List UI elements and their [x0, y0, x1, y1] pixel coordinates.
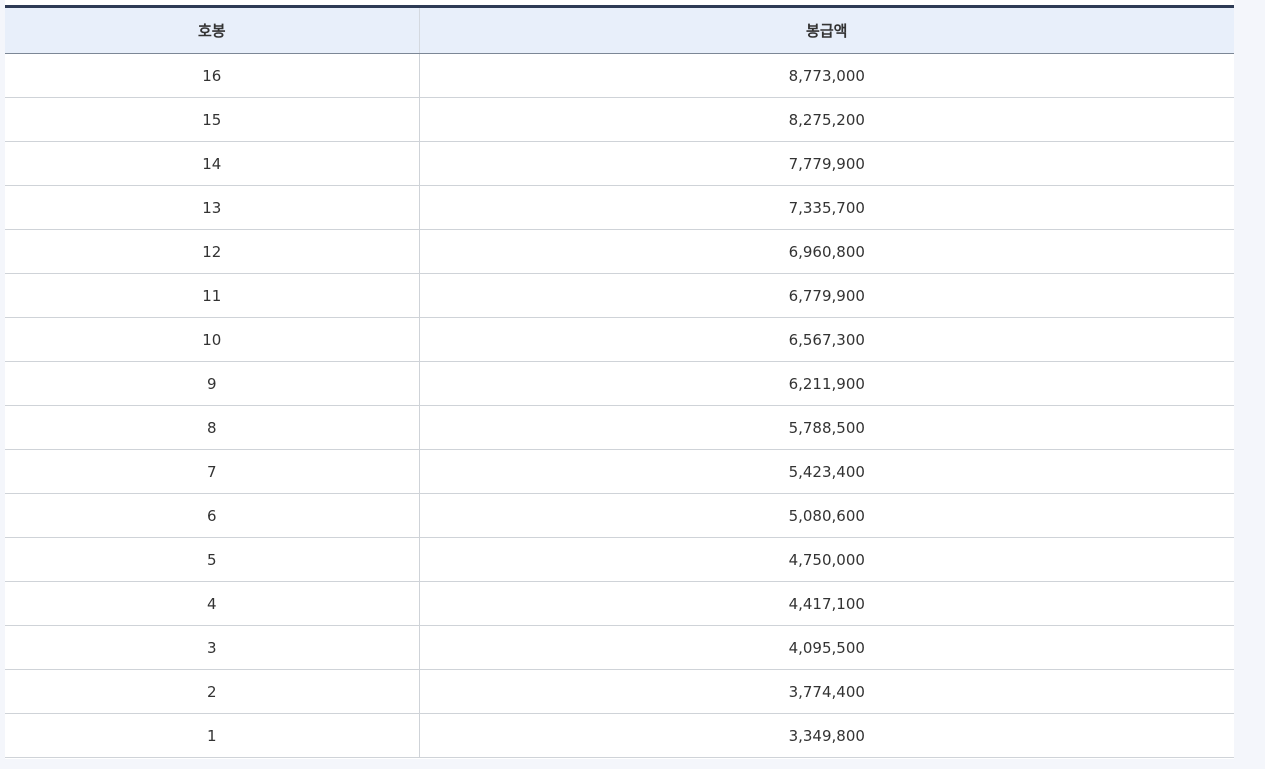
cell-amount: 4,417,100: [419, 581, 1234, 626]
table-row: 11 6,779,900: [5, 273, 1234, 318]
cell-amount: 6,211,900: [419, 361, 1234, 406]
cell-amount: 5,788,500: [419, 405, 1234, 450]
salary-table: 호봉 봉급액 16 8,773,000 15 8,275,200 14 7,779,900…: [5, 5, 1234, 758]
cell-step: 8: [5, 405, 420, 450]
table-row: 4 4,417,100: [5, 581, 1234, 626]
table-row: 6 5,080,600: [5, 493, 1234, 538]
column-header-step: 호봉: [5, 6, 420, 54]
table-row: 12 6,960,800: [5, 229, 1234, 274]
table-row: 7 5,423,400: [5, 449, 1234, 494]
table-body: 16 8,773,000 15 8,275,200 14 7,779,900 13 7,335…: [5, 53, 1234, 758]
table-row: 2 3,774,400: [5, 669, 1234, 714]
cell-step: 14: [5, 141, 420, 186]
cell-amount: 3,774,400: [419, 669, 1234, 714]
cell-step: 6: [5, 493, 420, 538]
cell-amount: 6,779,900: [419, 273, 1234, 318]
cell-step: 12: [5, 229, 420, 274]
cell-amount: 5,080,600: [419, 493, 1234, 538]
cell-step: 10: [5, 317, 420, 362]
cell-step: 15: [5, 97, 420, 142]
cell-amount: 8,275,200: [419, 97, 1234, 142]
cell-amount: 6,960,800: [419, 229, 1234, 274]
cell-amount: 3,349,800: [419, 713, 1234, 758]
table-row: 3 4,095,500: [5, 625, 1234, 670]
table-row: 13 7,335,700: [5, 185, 1234, 230]
cell-amount: 7,779,900: [419, 141, 1234, 186]
table-header: 호봉 봉급액: [5, 6, 1234, 54]
header-row: 호봉 봉급액: [5, 6, 1234, 54]
salary-table-container: 호봉 봉급액 16 8,773,000 15 8,275,200 14 7,779,900…: [5, 0, 1234, 759]
table-row: 16 8,773,000: [5, 53, 1234, 98]
cell-step: 5: [5, 537, 420, 582]
table-row: 10 6,567,300: [5, 317, 1234, 362]
table-row: 15 8,275,200: [5, 97, 1234, 142]
cell-amount: 8,773,000: [419, 53, 1234, 98]
cell-step: 9: [5, 361, 420, 406]
cell-step: 3: [5, 625, 420, 670]
table-row: 8 5,788,500: [5, 405, 1234, 450]
cell-step: 7: [5, 449, 420, 494]
cell-amount: 7,335,700: [419, 185, 1234, 230]
cell-amount: 5,423,400: [419, 449, 1234, 494]
page: 호봉 봉급액 16 8,773,000 15 8,275,200 14 7,779,900…: [0, 0, 1265, 769]
cell-step: 11: [5, 273, 420, 318]
cell-amount: 4,750,000: [419, 537, 1234, 582]
table-row: 9 6,211,900: [5, 361, 1234, 406]
table-row: 1 3,349,800: [5, 713, 1234, 758]
cell-step: 13: [5, 185, 420, 230]
cell-amount: 6,567,300: [419, 317, 1234, 362]
cell-step: 16: [5, 53, 420, 98]
cell-amount: 4,095,500: [419, 625, 1234, 670]
column-header-amount: 봉급액: [419, 6, 1234, 54]
cell-step: 4: [5, 581, 420, 626]
table-row: 5 4,750,000: [5, 537, 1234, 582]
table-row: 14 7,779,900: [5, 141, 1234, 186]
cell-step: 1: [5, 713, 420, 758]
cell-step: 2: [5, 669, 420, 714]
